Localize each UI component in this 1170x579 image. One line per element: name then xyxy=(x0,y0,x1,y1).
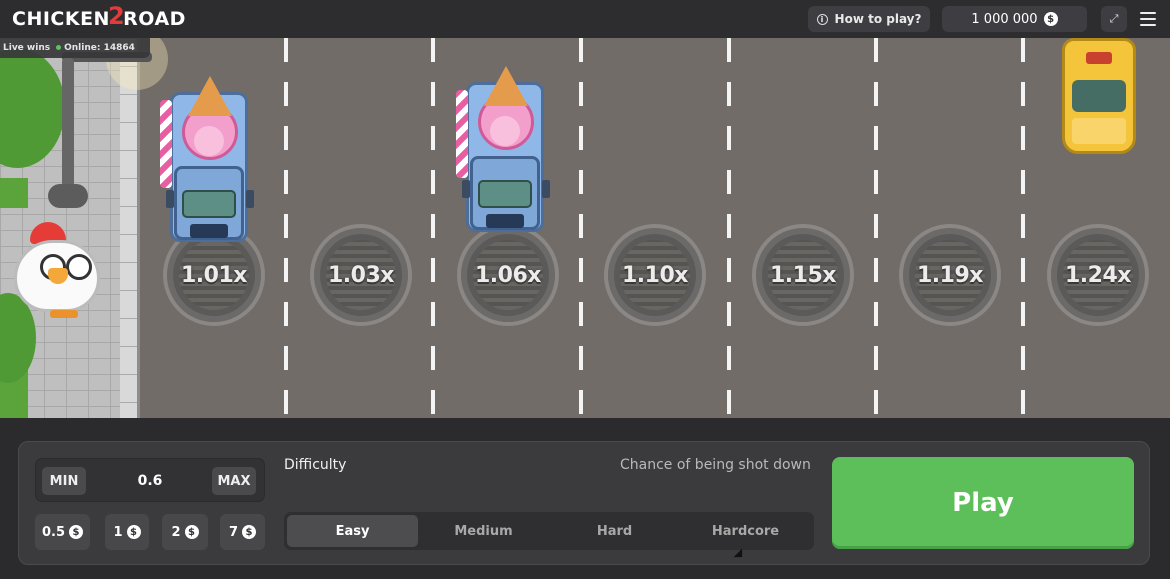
difficulty-label: Difficulty xyxy=(284,457,347,473)
menu-line-icon xyxy=(1140,12,1156,14)
dollar-coin-icon: $ xyxy=(1043,12,1058,26)
ice-cream-cone-icon xyxy=(188,76,232,116)
manhole-multiplier[interactable]: 1.24x xyxy=(1047,224,1149,326)
bet-controls-panel: MIN 0.6 MAX 0.5 $ 1 $ 2 $ 7 $ Difficulty Cha… xyxy=(18,441,1150,565)
difficulty-hard-option[interactable]: Hard xyxy=(549,515,680,547)
fullscreen-button[interactable]: ⤢ xyxy=(1101,6,1127,32)
truck-mirror xyxy=(166,190,174,208)
bet-amount-input[interactable]: 0.6 xyxy=(96,459,204,503)
online-count: Online: 14864 xyxy=(56,43,135,53)
taxi-windshield xyxy=(1072,80,1126,112)
multiplier-label: 1.24x xyxy=(1065,262,1131,288)
multiplier-label: 1.10x xyxy=(622,262,688,288)
ice-cream-cone-icon xyxy=(484,66,528,106)
logo-text-chicken: CHICKEN xyxy=(12,8,110,30)
logo-text-road: ROAD xyxy=(123,8,186,30)
info-icon: i xyxy=(816,13,828,25)
quick-bet-value: 0.5 xyxy=(41,524,66,540)
manhole-multiplier[interactable]: 1.10x xyxy=(604,224,706,326)
ice-cream-scoop xyxy=(490,116,520,146)
truck-mirror xyxy=(542,180,550,198)
multiplier-label: 1.01x xyxy=(181,262,247,288)
grass-patch xyxy=(0,178,28,208)
dollar-coin-icon: $ xyxy=(126,525,141,539)
quick-bet-button[interactable]: 0.5 $ xyxy=(35,514,90,550)
yellow-taxi xyxy=(1058,38,1140,156)
how-to-play-label: How to play? xyxy=(834,12,922,26)
game-logo: CHICKEN 2 ROAD xyxy=(12,2,186,32)
live-wins-label: Live wins xyxy=(3,43,51,53)
chicken-player xyxy=(10,220,102,318)
taxi-hood xyxy=(1072,118,1126,144)
dollar-coin-icon: $ xyxy=(184,525,199,539)
how-to-play-button[interactable]: i How to play? xyxy=(808,6,930,32)
min-bet-button[interactable]: MIN xyxy=(42,467,86,495)
online-dot-icon xyxy=(56,45,62,50)
difficulty-medium-option[interactable]: Medium xyxy=(418,515,549,547)
play-button[interactable]: Play xyxy=(832,457,1134,549)
truck-grill xyxy=(190,224,228,238)
quick-bet-button[interactable]: 1 $ xyxy=(105,514,149,550)
difficulty-hardcore-option[interactable]: Hardcore xyxy=(680,515,811,547)
logo-two: 2 xyxy=(107,2,126,30)
difficulty-selector: Easy Medium Hard Hardcore xyxy=(284,512,814,550)
lane-divider xyxy=(1021,38,1025,418)
quick-bet-value: 2 xyxy=(171,524,181,540)
truck-mirror xyxy=(246,190,254,208)
multiplier-label: 1.19x xyxy=(917,262,983,288)
manhole-multiplier[interactable]: 1.19x xyxy=(899,224,1001,326)
game-app: CHICKEN 2 ROAD i How to play? 1 000 000 $ … xyxy=(0,0,1170,579)
max-bet-button[interactable]: MAX xyxy=(212,467,256,495)
multiplier-label: 1.06x xyxy=(475,262,541,288)
chance-label: Chance of being shot down xyxy=(620,457,811,473)
curb xyxy=(120,38,140,418)
manhole-multiplier[interactable]: 1.03x xyxy=(310,224,412,326)
balance-display: 1 000 000 $ xyxy=(942,6,1087,32)
taxi-sign xyxy=(1086,52,1112,64)
manhole-multiplier[interactable]: 1.15x xyxy=(752,224,854,326)
quick-bet-value: 1 xyxy=(113,524,123,540)
ice-cream-truck xyxy=(160,76,254,252)
fullscreen-icon: ⤢ xyxy=(1109,12,1119,25)
road-scene: 1.01x 1.03x 1.06x 1.10x 1.15x 1.19x 1.24… xyxy=(0,38,1170,418)
quick-bet-value: 7 xyxy=(228,524,239,540)
dollar-coin-icon: $ xyxy=(242,525,257,539)
quick-bet-button[interactable]: 2 $ xyxy=(162,514,208,550)
multiplier-label: 1.03x xyxy=(328,262,394,288)
menu-line-icon xyxy=(1140,24,1156,26)
lane-divider xyxy=(579,38,583,418)
truck-stripe xyxy=(456,90,468,178)
lane-divider xyxy=(284,38,288,418)
lamp-base xyxy=(48,184,88,208)
truck-stripe xyxy=(160,100,172,188)
balance-value: 1 000 000 xyxy=(971,11,1038,27)
lane-divider xyxy=(874,38,878,418)
online-label: Online: 14864 xyxy=(64,43,135,53)
live-wins-bar[interactable]: Live wins Online: 14864 xyxy=(0,38,150,58)
top-bar: CHICKEN 2 ROAD i How to play? 1 000 000 $ … xyxy=(0,0,1170,38)
lane-divider xyxy=(727,38,731,418)
bet-amount-box: MIN 0.6 MAX xyxy=(35,458,265,502)
ice-cream-scoop xyxy=(194,126,224,156)
difficulty-easy-option[interactable]: Easy xyxy=(287,515,418,547)
truck-mirror xyxy=(462,180,470,198)
truck-windshield xyxy=(478,180,532,208)
hamburger-menu-button[interactable] xyxy=(1138,9,1158,29)
truck-windshield xyxy=(182,190,236,218)
ice-cream-truck xyxy=(456,66,550,242)
multiplier-label: 1.15x xyxy=(770,262,836,288)
chicken-feet xyxy=(50,310,78,318)
chicken-eye xyxy=(66,254,92,280)
lane-divider xyxy=(431,38,435,418)
menu-line-icon xyxy=(1140,18,1156,20)
quick-bet-button[interactable]: 7 $ xyxy=(220,514,265,550)
truck-grill xyxy=(486,214,524,228)
dollar-coin-icon: $ xyxy=(69,525,84,539)
